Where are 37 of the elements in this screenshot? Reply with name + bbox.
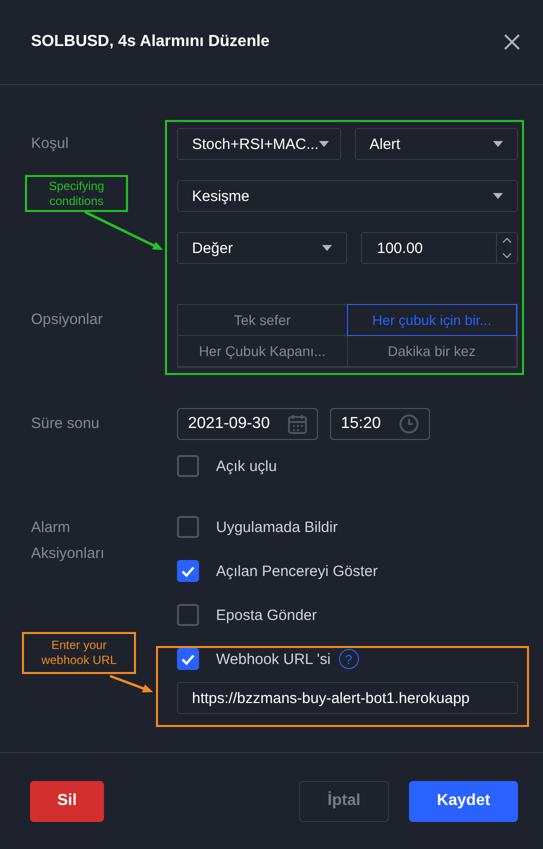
check-icon — [181, 654, 195, 664]
checkbox-label: Webhook URL 'si — [216, 650, 331, 668]
close-icon[interactable] — [503, 33, 521, 51]
checkbox-label: Eposta Gönder — [216, 606, 317, 624]
save-button[interactable]: Kaydet — [409, 780, 518, 822]
operator-dropdown[interactable]: Kesişme — [177, 180, 518, 212]
field-label: Alarm Aksiyonları — [31, 518, 106, 564]
dropdown-caret-icon — [493, 193, 503, 199]
checkbox[interactable] — [177, 604, 199, 626]
checkbox[interactable] — [177, 455, 199, 477]
checkbox-label: Uygulamada Bildir — [216, 518, 338, 536]
annotation-callout: Specifying conditions — [25, 175, 128, 212]
checkbox[interactable] — [177, 560, 199, 582]
annotation-callout: Enter your webhook URL — [22, 632, 136, 674]
checkbox-label: Açık uçlu — [216, 458, 277, 474]
delete-button[interactable]: Sil — [30, 780, 104, 822]
dropdown-caret-icon — [322, 245, 332, 251]
webhook-url-field[interactable]: https://bzzmans-buy-alert-bot1.herokuapp — [177, 682, 518, 714]
date-field[interactable]: 2021-09-30 — [177, 408, 318, 440]
checkbox[interactable] — [177, 648, 199, 670]
plot-dropdown[interactable]: Alert — [354, 128, 518, 160]
dropdown-caret-icon — [493, 141, 503, 147]
dropdown-caret-icon — [318, 141, 329, 147]
source-dropdown[interactable]: Stoch+RSI+MAC... — [177, 128, 340, 160]
annotation-arrow — [110, 674, 153, 692]
cancel-button[interactable]: İptal — [299, 780, 389, 822]
checkbox-label: Açılan Pencereyi Göster — [216, 562, 378, 580]
checkbox[interactable] — [177, 516, 199, 538]
field-label: Süre sonu — [31, 414, 100, 434]
trigger-option[interactable]: Dakika bir kez — [346, 335, 517, 367]
value-type-dropdown[interactable]: Değer — [177, 232, 347, 264]
time-field[interactable]: 15:20 — [330, 408, 430, 440]
field-label: Opsiyonlar — [31, 310, 104, 330]
check-icon — [181, 566, 195, 576]
dialog-title: SOLBUSD, 4s Alarmını Düzenle — [31, 33, 270, 51]
value-field[interactable]: 100.00 — [361, 232, 518, 264]
field-label: Koşul — [31, 134, 70, 154]
